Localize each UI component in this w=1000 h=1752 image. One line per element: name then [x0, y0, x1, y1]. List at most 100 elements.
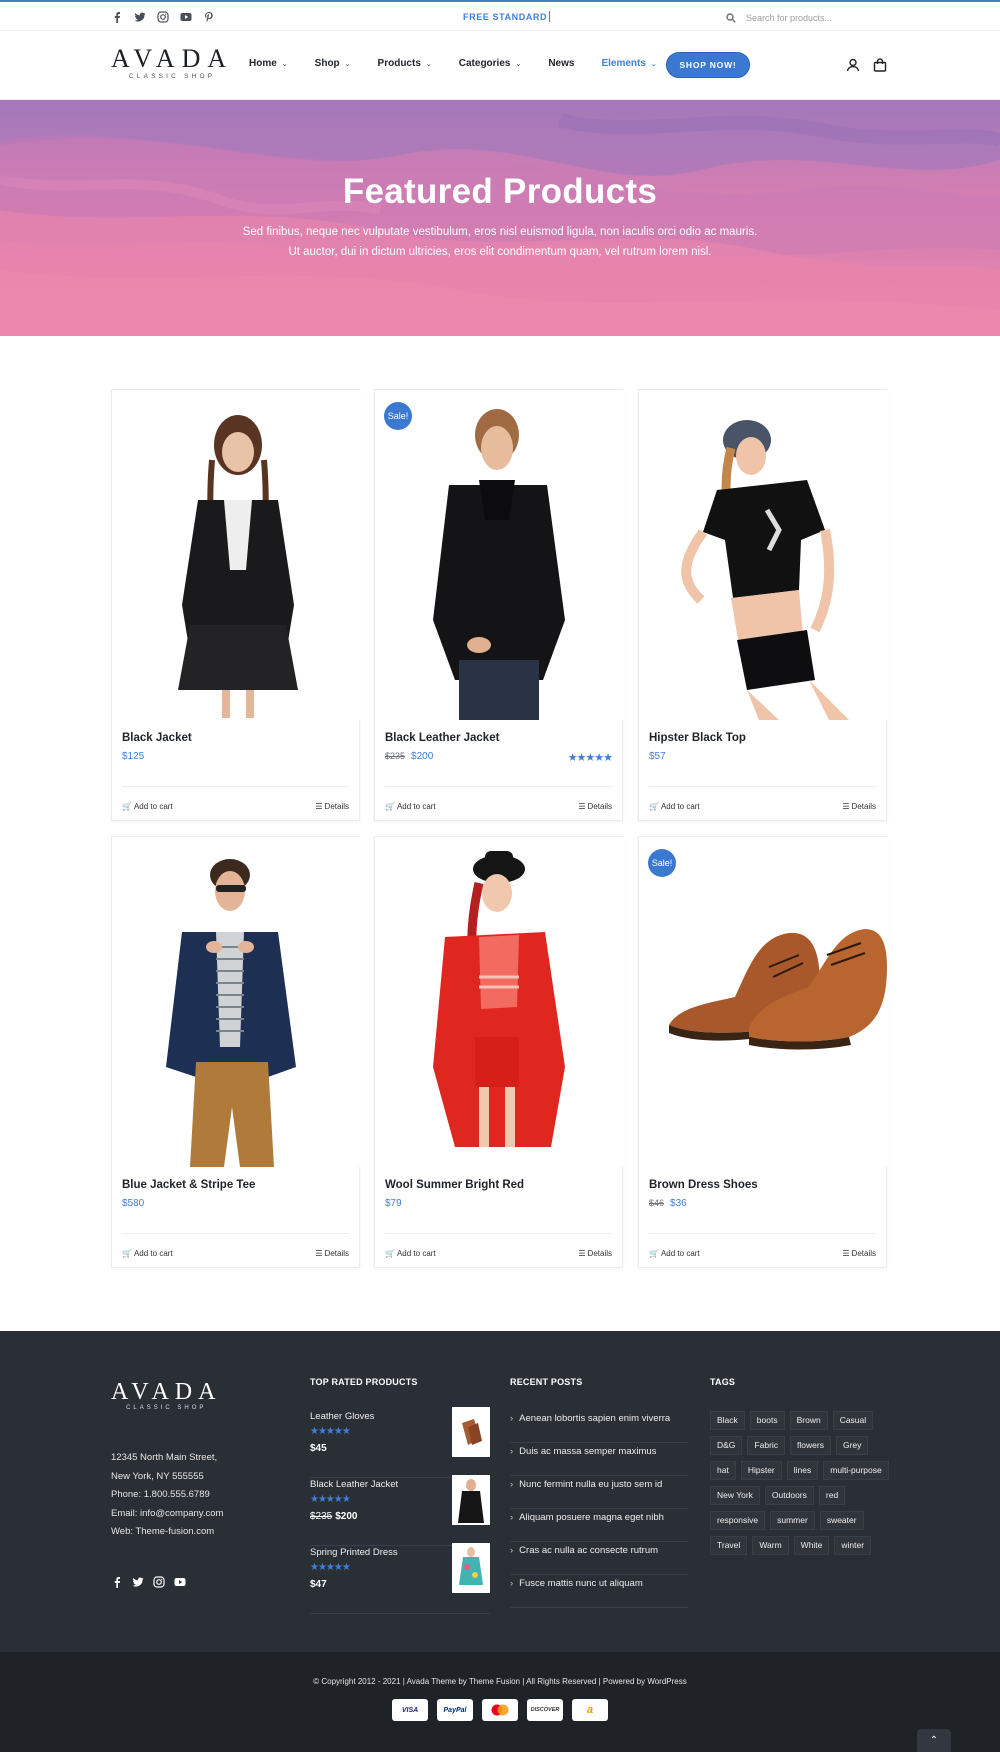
add-to-cart-button[interactable]: 🛒 Add to cart — [649, 1249, 700, 1258]
top-rated-item[interactable]: Spring Printed Dress ★★★★★ $47 — [310, 1543, 490, 1614]
tag-link[interactable]: New York — [710, 1486, 760, 1505]
top-rated-name[interactable]: Spring Printed Dress — [310, 1547, 398, 1558]
main-header: AVADA CLASSIC SHOP Home ⌄ Shop ⌄ Products ⌄… — [0, 31, 1000, 100]
product-name[interactable]: Brown Dress Shoes — [649, 1179, 758, 1191]
tag-link[interactable]: Grey — [835, 1436, 869, 1455]
nav-item-categories[interactable]: Categories ⌄ — [459, 58, 522, 69]
details-button[interactable]: ☰ Details — [315, 802, 349, 811]
product-name[interactable]: Black Leather Jacket — [385, 732, 499, 744]
top-social-links — [111, 10, 215, 23]
product-image[interactable] — [639, 837, 888, 1167]
product-card[interactable]: Hipster Black Top $57 🛒 Add to cart ☰ Deta… — [638, 389, 888, 821]
recent-post-link[interactable]: › Fusce mattis nunc ut aliquam — [510, 1575, 688, 1608]
hero-subtitle-line-2: Ut auctor, dui in dictum ultricies, eros… — [288, 246, 712, 258]
details-button[interactable]: ☰ Details — [842, 802, 876, 811]
top-rated-name[interactable]: Black Leather Jacket — [310, 1479, 398, 1490]
shopping-bag-icon[interactable] — [873, 58, 887, 72]
add-to-cart-button[interactable]: 🛒 Add to cart — [385, 1249, 436, 1258]
product-thumbnail[interactable] — [452, 1475, 490, 1525]
tag-link[interactable]: Outdoors — [764, 1486, 814, 1505]
product-card[interactable]: Black Jacket $125 🛒 Add to cart ☰ Details — [111, 389, 361, 821]
product-card[interactable]: Sale! Black Leather Jacket $235 $200 ★★★★… — [374, 389, 624, 821]
search-input[interactable] — [746, 12, 886, 23]
search-box[interactable] — [726, 9, 896, 26]
product-thumbnail[interactable] — [452, 1543, 490, 1593]
shop-now-button[interactable]: SHOP NOW! — [666, 52, 750, 78]
facebook-icon[interactable] — [111, 1575, 123, 1588]
product-name[interactable]: Wool Summer Bright Red — [385, 1179, 524, 1191]
top-rated-item[interactable]: Black Leather Jacket ★★★★★ $235 $200 — [310, 1475, 490, 1546]
tag-link[interactable]: D&G — [710, 1436, 743, 1455]
tag-link[interactable]: multi-purpose — [823, 1461, 889, 1480]
nav-item-elements[interactable]: Elements ⌄ — [601, 58, 656, 69]
instagram-icon[interactable] — [153, 1575, 165, 1588]
details-button[interactable]: ☰ Details — [578, 802, 612, 811]
tag-link[interactable]: Brown — [789, 1411, 828, 1430]
youtube-icon[interactable] — [174, 1575, 186, 1587]
top-bar: FREE STANDARD — [0, 0, 1000, 31]
hero-wave-background — [0, 100, 1000, 336]
product-name[interactable]: Blue Jacket & Stripe Tee — [122, 1179, 255, 1191]
add-to-cart-button[interactable]: 🛒 Add to cart — [122, 1249, 173, 1258]
tag-link[interactable]: flowers — [790, 1436, 831, 1455]
paypal-icon: PayPal — [437, 1699, 473, 1721]
product-thumbnail[interactable] — [452, 1407, 490, 1457]
nav-item-shop[interactable]: Shop ⌄ — [315, 58, 351, 69]
scroll-to-top-button[interactable]: ⌃ — [917, 1729, 951, 1752]
nav-item-news[interactable]: News — [548, 58, 574, 69]
tag-link[interactable]: Black — [710, 1411, 745, 1430]
add-to-cart-button[interactable]: 🛒 Add to cart — [385, 802, 436, 811]
recent-post-link[interactable]: › Cras ac nulla ac consecte rutrum — [510, 1542, 688, 1575]
add-to-cart-button[interactable]: 🛒 Add to cart — [649, 802, 700, 811]
tag-link[interactable]: summer — [770, 1511, 815, 1530]
user-icon[interactable] — [846, 58, 860, 72]
product-name[interactable]: Black Jacket — [122, 732, 192, 744]
pinterest-icon[interactable] — [203, 10, 215, 22]
tag-link[interactable]: Fabric — [747, 1436, 786, 1455]
footer-logo[interactable]: AVADA CLASSIC SHOP — [111, 1380, 221, 1411]
product-image[interactable] — [375, 837, 624, 1167]
recent-post-link[interactable]: › Duis ac massa semper maximus — [510, 1443, 688, 1476]
recent-post-link[interactable]: › Nunc fermint nulla eu justo sem id — [510, 1476, 688, 1509]
tag-link[interactable]: Hipster — [740, 1461, 782, 1480]
product-card[interactable]: Blue Jacket & Stripe Tee $580 🛒 Add to ca… — [111, 836, 361, 1268]
chevron-down-icon: ⌄ — [515, 60, 522, 68]
tag-link[interactable]: Warm — [752, 1536, 789, 1555]
instagram-icon[interactable] — [157, 10, 169, 23]
youtube-icon[interactable] — [180, 10, 192, 22]
tag-link[interactable]: hat — [710, 1461, 736, 1480]
site-logo[interactable]: AVADA CLASSIC SHOP — [111, 46, 233, 81]
product-card[interactable]: Wool Summer Bright Red $79 🛒 Add to cart … — [374, 836, 624, 1268]
nav-item-products[interactable]: Products ⌄ — [378, 58, 432, 69]
tag-link[interactable]: Travel — [710, 1536, 748, 1555]
search-icon[interactable] — [726, 12, 736, 23]
twitter-icon[interactable] — [134, 10, 146, 22]
product-image[interactable] — [639, 390, 888, 720]
tag-link[interactable]: sweater — [819, 1511, 864, 1530]
chevron-down-icon: ⌄ — [281, 60, 288, 68]
top-rated-name[interactable]: Leather Gloves — [310, 1411, 374, 1422]
tag-link[interactable]: lines — [786, 1461, 819, 1480]
product-card[interactable]: Sale! Brown Dress Shoes $46 $36 🛒 Add to c… — [638, 836, 888, 1268]
nav-item-home[interactable]: Home ⌄ — [249, 58, 288, 69]
details-button[interactable]: ☰ Details — [578, 1249, 612, 1258]
details-button[interactable]: ☰ Details — [315, 1249, 349, 1258]
tag-link[interactable]: Casual — [832, 1411, 874, 1430]
product-image[interactable] — [375, 390, 624, 720]
product-image[interactable] — [112, 837, 361, 1167]
details-button[interactable]: ☰ Details — [842, 1249, 876, 1258]
tag-link[interactable]: responsive — [710, 1511, 766, 1530]
address-line: 12345 North Main Street, — [111, 1452, 218, 1463]
add-to-cart-button[interactable]: 🛒 Add to cart — [122, 802, 173, 811]
facebook-icon[interactable] — [111, 10, 123, 23]
recent-post-link[interactable]: › Aenean lobortis sapien enim viverra — [510, 1410, 688, 1443]
tag-link[interactable]: boots — [749, 1411, 785, 1430]
top-rated-item[interactable]: Leather Gloves ★★★★★ $45 — [310, 1407, 490, 1478]
tag-link[interactable]: White — [793, 1536, 830, 1555]
product-name[interactable]: Hipster Black Top — [649, 732, 746, 744]
tag-link[interactable]: winter — [834, 1536, 872, 1555]
twitter-icon[interactable] — [132, 1575, 144, 1587]
product-image[interactable] — [112, 390, 361, 720]
recent-post-link[interactable]: › Aliquam posuere magna eget nibh — [510, 1509, 688, 1542]
tag-link[interactable]: red — [818, 1486, 846, 1505]
